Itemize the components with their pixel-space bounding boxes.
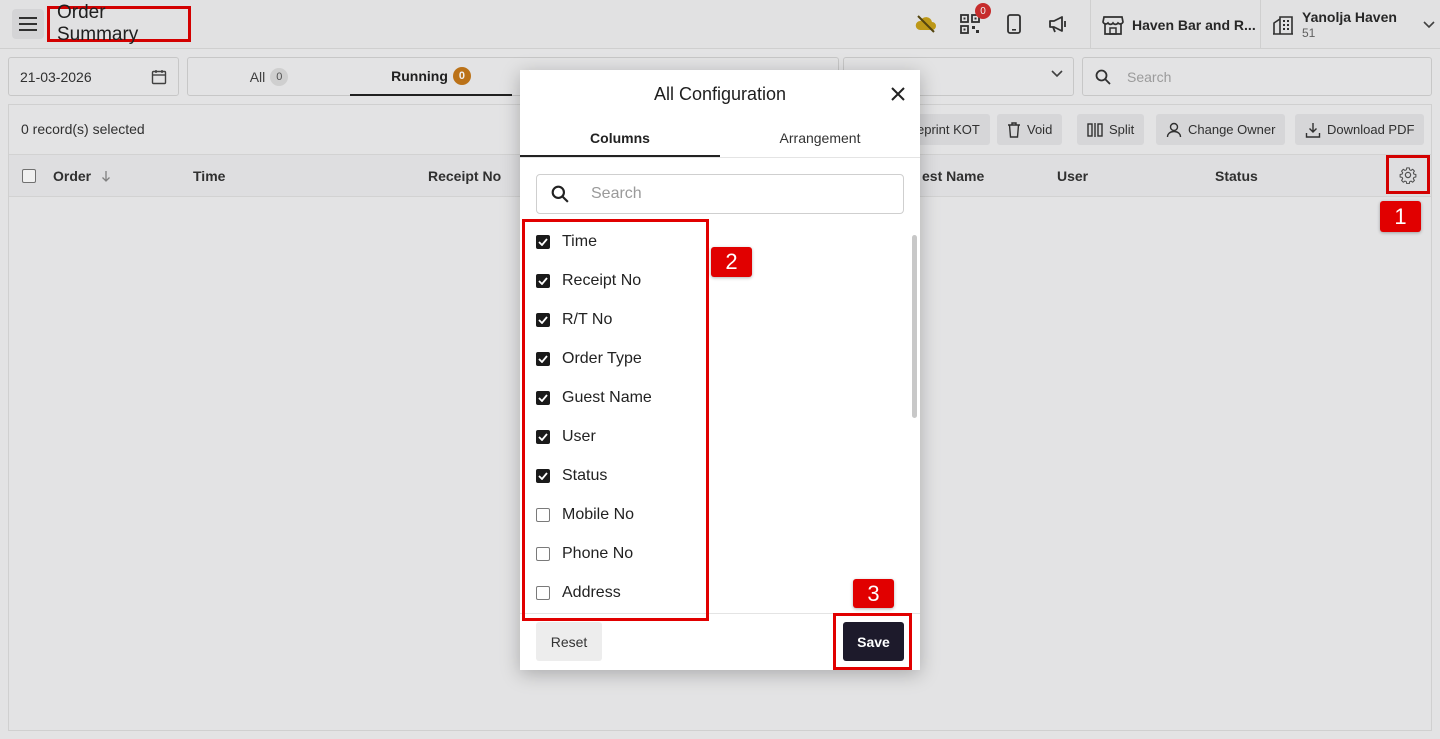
modal-title: All Configuration <box>520 84 876 105</box>
tab-arrangement[interactable]: Arrangement <box>720 122 920 157</box>
column-search-placeholder: Search <box>591 185 642 202</box>
column-search-input[interactable]: Search <box>536 174 904 214</box>
close-button[interactable] <box>886 82 910 106</box>
scrollbar-thumb[interactable] <box>912 235 917 418</box>
search-icon <box>551 185 569 203</box>
modal-title-text: All Configuration <box>653 84 787 104</box>
annotation-box-save <box>833 613 912 670</box>
annotation-number-2: 2 <box>711 247 752 277</box>
annotation-number-3: 3 <box>853 579 894 608</box>
annotation-number-1: 1 <box>1380 201 1421 232</box>
close-icon <box>891 87 905 101</box>
reset-button[interactable]: Reset <box>536 622 602 661</box>
annotation-box-columns <box>522 219 709 621</box>
tab-columns[interactable]: Columns <box>520 122 720 157</box>
tabs-divider <box>520 157 920 158</box>
